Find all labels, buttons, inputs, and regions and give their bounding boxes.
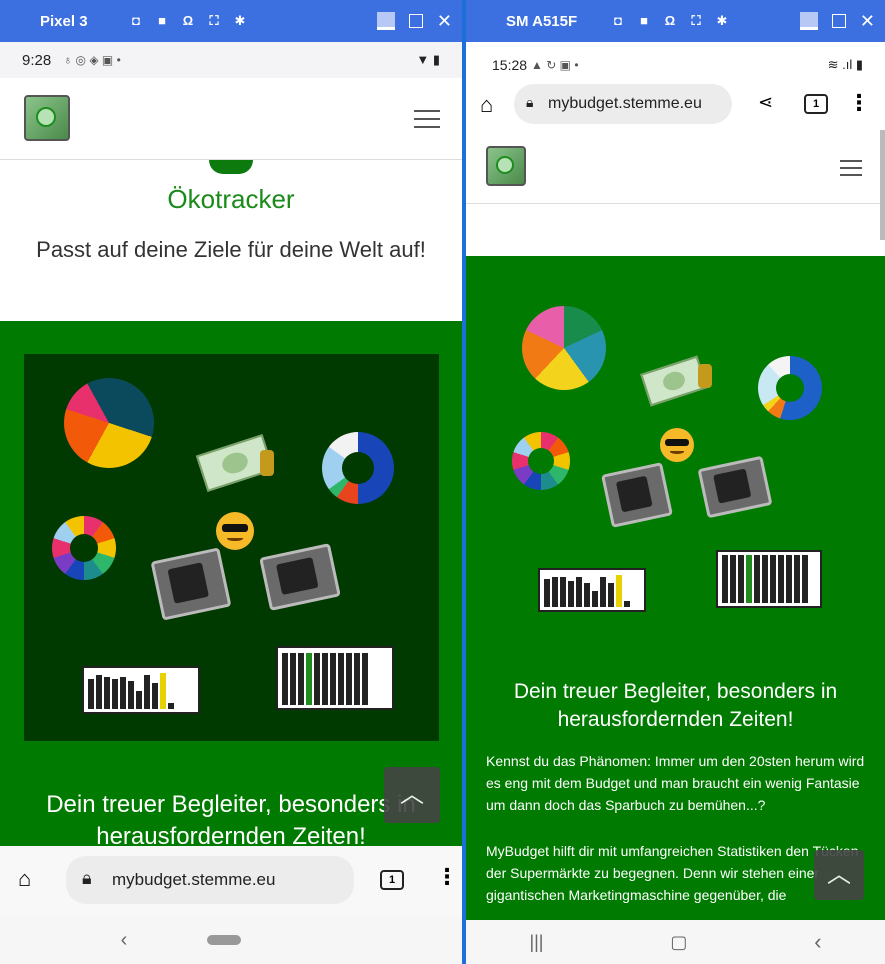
close-icon[interactable]: ✕ [860,11,875,32]
mybudget-logo[interactable] [486,146,526,186]
pixel3-emulator: Pixel 3 ◘ ■ Ω ⛶ ✱ ✕ 9:28 ♁ ◎ ◈ ▣ • ▼ ▮ Ö… [0,0,462,964]
intro-paragraph: Kennst du das Phänomen: Immer um den 20s… [486,753,865,813]
status-time: 15:28 [492,57,528,73]
green-section: Dein treuer Begleiter, besonders in hera… [0,321,462,850]
safe-with-money-icon [259,543,341,611]
coin-stack-icon [260,450,274,476]
site-header [466,134,885,204]
nav-home-icon[interactable]: ▢ [670,932,687,953]
scroll-to-top-button[interactable]: ︿ [814,850,864,900]
feature-illustration [24,354,439,741]
nav-back-icon[interactable]: ‹ [121,929,128,952]
settings-gear-icon[interactable]: ✱ [714,14,730,28]
bar-chart-thumbnail-tall [276,646,394,710]
hero-section: Ökotracker Passt auf deine Ziele für dei… [0,160,462,323]
android-nav-bar: ||| ▢ ‹ [466,920,885,964]
status-time: 9:28 [22,51,52,69]
share-icon[interactable]: ⋖ [758,92,773,113]
browser-bottom-bar: ⌂ 🔒︎ mybudget.stemme.eu 1 ⋮ [0,846,462,916]
donut-chart-icon [322,432,394,504]
tab-count-button[interactable]: 1 [804,94,828,114]
close-icon[interactable]: ✕ [437,11,452,32]
green-section: Dein treuer Begleiter, besonders in hera… [466,256,885,920]
hamburger-menu-icon[interactable] [414,110,440,128]
address-bar[interactable]: 🔒︎ mybudget.stemme.eu [66,856,354,904]
hero-subtitle: Passt auf deine Ziele für deine Welt auf… [36,237,426,262]
video-icon[interactable]: ■ [154,14,170,28]
status-notification-icons: ▲ ↻ ▣ • [531,58,579,72]
overflow-menu-icon[interactable]: ⋮ [848,90,870,116]
wifi-signal-battery-icon: ≋ .ıl ▮ [827,57,863,72]
camera-icon[interactable]: ◘ [610,14,626,28]
hamburger-menu-icon[interactable] [840,160,862,176]
safe-with-money-icon [697,455,773,519]
open-safe-icon [601,462,673,528]
emulator-title-bar: Pixel 3 ◘ ■ Ω ⛶ ✱ ✕ [0,0,462,42]
multicolor-donut-icon [52,516,116,580]
minimize-button[interactable] [799,12,818,30]
emulator-title-bar: SM A515F ◘ ■ Ω ⛶ ✱ ✕ [466,0,885,42]
address-text: mybudget.stemme.eu [548,95,702,112]
hero-title: Ökotracker [167,184,295,214]
nav-back-icon[interactable]: ‹ [814,929,821,955]
white-spacer [466,204,885,256]
bar-chart-thumbnail [82,666,200,714]
fullscreen-icon[interactable]: ⛶ [206,14,222,28]
maximize-button[interactable] [408,14,423,28]
android-status-bar: 9:28 ♁ ◎ ◈ ▣ • ▼ ▮ [0,42,462,78]
video-icon[interactable]: ■ [636,14,652,28]
settings-gear-icon[interactable]: ✱ [232,14,248,28]
fullscreen-icon[interactable]: ⛶ [688,14,704,28]
browser-top-bar: ⌂ 🔒︎ mybudget.stemme.eu ⋖ 1 ⋮ [466,82,885,130]
address-bar[interactable]: 🔒︎ mybudget.stemme.eu [514,84,732,124]
open-safe-icon [150,547,232,621]
wifi-battery-icon: ▼ ▮ [416,52,440,67]
tab-count-button[interactable]: 1 [380,870,404,890]
sunglasses-emoji-icon [660,428,694,462]
maximize-button[interactable] [831,14,846,28]
emulator-name: Pixel 3 [40,12,88,30]
home-icon[interactable]: ⌂ [480,92,493,118]
status-notification-icons: ♁ ◎ ◈ ▣ • [63,53,121,67]
minimize-button[interactable] [376,12,395,30]
lock-icon: 🔒︎ [82,868,92,888]
sunglasses-emoji-icon [216,512,254,550]
nav-home-pill[interactable] [207,935,242,945]
overflow-menu-icon[interactable]: ⋮ [436,864,458,890]
android-nav-bar: ‹ [0,916,462,964]
green-section-heading: Dein treuer Begleiter, besonders in hera… [513,680,838,731]
scrollbar-thumb[interactable] [880,130,885,240]
headset-icon[interactable]: Ω [180,14,196,28]
bar-chart-thumbnail-tall [716,550,822,608]
headset-icon[interactable]: Ω [662,14,678,28]
emulator-name: SM A515F [506,12,578,30]
pie-chart-icon [522,306,606,390]
multicolor-donut-icon [512,432,570,490]
hero-image-fragment [209,160,253,174]
nav-recents-icon[interactable]: ||| [529,932,543,953]
scroll-to-top-button[interactable]: ︿ [384,767,440,823]
site-header [0,78,462,160]
camera-icon[interactable]: ◘ [128,14,144,28]
mybudget-logo[interactable] [24,95,70,141]
coin-stack-icon [698,364,712,388]
home-icon[interactable]: ⌂ [18,866,31,892]
address-text: mybudget.stemme.eu [112,870,276,889]
donut-chart-icon [758,356,822,420]
features-paragraph: MyBudget hilft dir mit umfangreichen Sta… [486,843,859,903]
lock-icon: 🔒︎ [526,94,534,110]
pie-chart-icon [64,378,154,468]
bar-chart-thumbnail [538,568,646,612]
sm-a515f-emulator: SM A515F ◘ ■ Ω ⛶ ✱ ✕ 15:28 ▲ ↻ ▣ • ≋ .ıl… [466,0,885,964]
